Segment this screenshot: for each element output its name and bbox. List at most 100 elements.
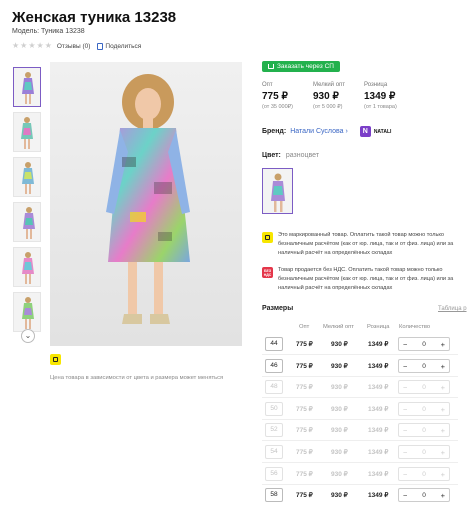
quantity-stepper[interactable]: − 0 + xyxy=(398,402,450,416)
order-sp-button[interactable]: Заказать через СП xyxy=(262,61,340,72)
minus-icon[interactable]: − xyxy=(403,448,407,457)
price-label: Мелкий опт xyxy=(313,82,346,88)
size-label[interactable]: 52 xyxy=(265,423,283,437)
quantity-value[interactable]: 0 xyxy=(422,406,426,413)
header-small-wholesale: Мелкий опт xyxy=(323,324,354,330)
share-button[interactable]: Поделиться xyxy=(97,42,142,50)
brand-row: Бренд: Натали Суслова › N NATALI xyxy=(262,126,391,137)
price-retail: 1349 ₽ xyxy=(368,363,389,370)
quantity-value[interactable]: 0 xyxy=(422,449,426,456)
size-row: 50 775 ₽ 930 ₽ 1349 ₽ − 0 + xyxy=(262,402,467,417)
size-table-link[interactable]: Таблица р xyxy=(438,306,467,312)
notice-text: Товар продается без НДС. Оплатить такой … xyxy=(278,267,454,291)
star-icon: ★ xyxy=(28,41,36,50)
plus-icon[interactable]: + xyxy=(441,470,445,479)
thumbnail[interactable] xyxy=(13,157,41,197)
quantity-stepper[interactable]: − 0 + xyxy=(398,445,450,459)
price-wholesale: 775 ₽ xyxy=(296,427,313,434)
quantity-value[interactable]: 0 xyxy=(422,363,426,370)
size-label[interactable]: 46 xyxy=(265,359,283,373)
price-wholesale: 775 ₽ xyxy=(296,363,313,370)
quantity-stepper[interactable]: − 0 + xyxy=(398,380,450,394)
quantity-value[interactable]: 0 xyxy=(422,341,426,348)
size-label[interactable]: 44 xyxy=(265,337,283,351)
cart-icon xyxy=(268,64,274,69)
color-value: разноцвет xyxy=(285,152,320,159)
price-small-wholesale: 930 ₽ xyxy=(331,471,348,478)
size-label[interactable]: 48 xyxy=(265,380,283,394)
share-label: Поделиться xyxy=(105,42,142,50)
price-retail: 1349 ₽ xyxy=(368,471,389,478)
row-divider xyxy=(262,354,458,355)
minus-icon[interactable]: − xyxy=(403,470,407,479)
plus-icon[interactable]: + xyxy=(441,491,445,500)
plus-icon[interactable]: + xyxy=(441,405,445,414)
price-small-wholesale: 930 ₽ xyxy=(331,449,348,456)
price-condition: (от 35 000₽) xyxy=(262,104,293,110)
price-small-wholesale: 930 ₽ xyxy=(331,492,348,499)
size-label[interactable]: 54 xyxy=(265,445,283,459)
size-label[interactable]: 56 xyxy=(265,467,283,481)
row-divider xyxy=(262,376,458,377)
minus-icon[interactable]: − xyxy=(403,383,407,392)
plus-icon[interactable]: + xyxy=(441,383,445,392)
thumbnail[interactable] xyxy=(13,202,41,242)
brand-logo[interactable]: N NATALI xyxy=(359,126,392,137)
quantity-stepper[interactable]: − 0 + xyxy=(398,359,450,373)
minus-icon[interactable]: − xyxy=(403,426,407,435)
thumbnail[interactable] xyxy=(13,292,41,332)
price-small-wholesale: 930 ₽ xyxy=(331,406,348,413)
sizes-title: Размеры xyxy=(262,305,294,312)
thumbnail[interactable] xyxy=(13,247,41,287)
size-row: 52 775 ₽ 930 ₽ 1349 ₽ − 0 + xyxy=(262,423,467,438)
quantity-value[interactable]: 0 xyxy=(422,471,426,478)
size-label[interactable]: 58 xyxy=(265,488,283,502)
price-wholesale: 775 ₽ xyxy=(296,406,313,413)
vat-notice: БЕЗ НДС Товар продается без НДС. Оплатит… xyxy=(262,266,467,293)
quantity-stepper[interactable]: − 0 + xyxy=(398,467,450,481)
brand-logo-text: NATALI xyxy=(373,128,392,135)
chat-icon xyxy=(262,232,273,243)
chat-icon[interactable] xyxy=(50,354,61,365)
product-image[interactable] xyxy=(50,62,242,346)
minus-icon[interactable]: − xyxy=(403,491,407,500)
quantity-stepper[interactable]: − 0 + xyxy=(398,488,450,502)
row-divider xyxy=(262,440,458,441)
quantity-value[interactable]: 0 xyxy=(422,492,426,499)
size-label[interactable]: 50 xyxy=(265,402,283,416)
star-icon: ★ xyxy=(36,41,44,50)
quantity-stepper[interactable]: − 0 + xyxy=(398,337,450,351)
marking-notice: Это маркированный товар. Оплатить такой … xyxy=(262,231,467,258)
size-row: 46 775 ₽ 930 ₽ 1349 ₽ − 0 + xyxy=(262,359,467,374)
thumbnail[interactable] xyxy=(13,112,41,152)
plus-icon[interactable]: + xyxy=(441,426,445,435)
star-icon: ★ xyxy=(20,41,28,50)
price-wholesale: 775 ₽ xyxy=(296,341,313,348)
price-note: Цена товара в зависимости от цвета и раз… xyxy=(50,375,224,381)
rating-stars[interactable]: ★ ★ ★ ★ ★ xyxy=(12,42,52,50)
price-retail: 1349 ₽ xyxy=(368,449,389,456)
quantity-value[interactable]: 0 xyxy=(422,427,426,434)
size-row: 44 775 ₽ 930 ₽ 1349 ₽ − 0 + xyxy=(262,337,467,352)
minus-icon[interactable]: − xyxy=(403,405,407,414)
price-retail: 1349 ₽ xyxy=(368,427,389,434)
thumbnail-list xyxy=(13,67,43,337)
price-condition: (от 1 товара) xyxy=(364,104,397,110)
brand-link[interactable]: Натали Суслова › xyxy=(290,128,348,135)
quantity-stepper[interactable]: − 0 + xyxy=(398,423,450,437)
minus-icon[interactable]: − xyxy=(403,340,407,349)
reviews-link[interactable]: Отзывы (0) xyxy=(57,43,91,50)
chevron-down-icon[interactable]: ⌄ xyxy=(21,329,35,343)
price-small-wholesale: 930 ₽ xyxy=(331,427,348,434)
quantity-value[interactable]: 0 xyxy=(422,384,426,391)
plus-icon[interactable]: + xyxy=(441,340,445,349)
color-swatch[interactable] xyxy=(262,168,293,214)
minus-icon[interactable]: − xyxy=(403,362,407,371)
header-wholesale: Опт xyxy=(299,324,310,330)
price-retail: 1349 ₽ xyxy=(368,384,389,391)
plus-icon[interactable]: + xyxy=(441,362,445,371)
plus-icon[interactable]: + xyxy=(441,448,445,457)
header-retail: Розница xyxy=(367,324,390,330)
thumbnail[interactable] xyxy=(13,67,41,107)
price-wholesale: 775 ₽ xyxy=(296,492,313,499)
